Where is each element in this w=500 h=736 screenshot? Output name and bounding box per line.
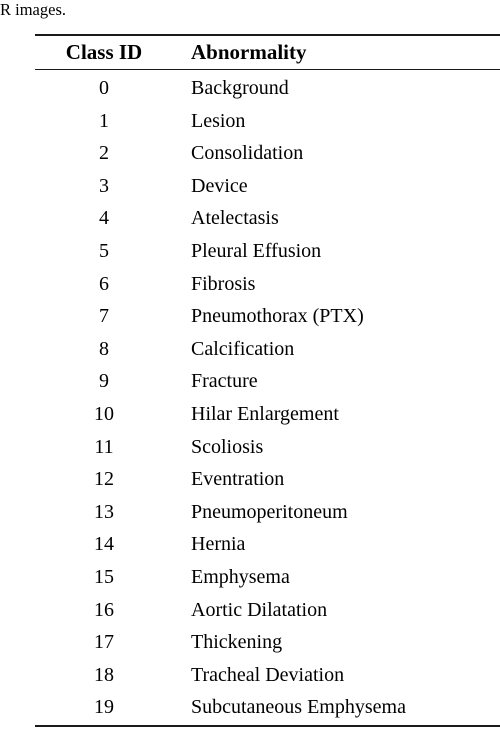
cell-class-id: 13: [94, 500, 114, 523]
cell-class-id: 2: [99, 142, 109, 165]
cell-abnormality: Background: [191, 77, 289, 99]
table-row: 12 Eventration: [35, 463, 500, 496]
table-row: 0 Background: [35, 70, 500, 105]
cell-class-id: 18: [94, 663, 114, 686]
cell-class-id: 7: [99, 305, 109, 328]
cell-abnormality: Hernia: [191, 533, 246, 556]
cell-abnormality: Subcutaneous Emphysema: [191, 696, 406, 719]
table-row: 14 Hernia: [35, 528, 500, 561]
table-row: 16 Aortic Dilatation: [35, 594, 500, 627]
cell-abnormality: Atelectasis: [191, 207, 279, 230]
cell-class-id: 12: [94, 468, 114, 491]
table-row: 5 Pleural Effusion: [35, 235, 500, 268]
table-row: 8 Calcification: [35, 333, 500, 366]
cell-class-id: 9: [99, 370, 109, 393]
table-row: 7 Pneumothorax (PTX): [35, 300, 500, 333]
table-row: 10 Hilar Enlargement: [35, 398, 500, 431]
table-row: 4 Atelectasis: [35, 202, 500, 235]
cell-class-id: 0: [99, 77, 109, 99]
table-bottom-rule: [35, 724, 500, 727]
cell-abnormality: Scoliosis: [191, 435, 264, 458]
cell-abnormality: Aortic Dilatation: [191, 598, 328, 621]
cell-abnormality: Tracheal Deviation: [191, 663, 345, 686]
abnormality-table: Class ID Abnormality: [35, 36, 500, 69]
abnormality-table-container: Class ID Abnormality 0 Background 1 Lesi…: [35, 34, 500, 727]
table-body: 0 Background 1 Lesion 2 Consolidation 3 …: [35, 70, 500, 725]
cell-class-id: 6: [99, 272, 109, 295]
table-row: 2 Consolidation: [35, 137, 500, 170]
cell-abnormality: Pneumoperitoneum: [191, 500, 348, 523]
table-header-row: Class ID Abnormality: [35, 36, 500, 69]
column-header-abnormality: Abnormality: [191, 40, 307, 64]
table-row: 18 Tracheal Deviation: [35, 659, 500, 692]
cell-class-id: 14: [94, 533, 114, 556]
cell-class-id: 16: [94, 598, 114, 621]
cell-abnormality: Emphysema: [191, 565, 290, 588]
cell-abnormality: Hilar Enlargement: [191, 402, 339, 425]
cell-class-id: 8: [99, 337, 109, 360]
table-row: 3 Device: [35, 170, 500, 203]
cell-class-id: 17: [94, 631, 114, 654]
abnormality-table-body: 0 Background 1 Lesion 2 Consolidation 3 …: [35, 70, 500, 725]
table-row: 6 Fibrosis: [35, 268, 500, 301]
cell-abnormality: Device: [191, 174, 248, 197]
table-row: 13 Pneumoperitoneum: [35, 496, 500, 529]
cell-class-id: 10: [94, 402, 114, 425]
cell-abnormality: Eventration: [191, 468, 285, 491]
table-row: 11 Scoliosis: [35, 431, 500, 464]
cell-class-id: 19: [94, 696, 114, 719]
table-row: 17 Thickening: [35, 626, 500, 659]
cell-abnormality: Pneumothorax (PTX): [191, 305, 364, 328]
cell-abnormality: Thickening: [191, 631, 283, 654]
cell-class-id: 11: [94, 435, 114, 458]
cell-class-id: 1: [99, 109, 109, 132]
column-header-class-id: Class ID: [65, 40, 143, 64]
table-header: Class ID Abnormality: [35, 36, 500, 69]
table-row: 9 Fracture: [35, 365, 500, 398]
table-row: 1 Lesion: [35, 105, 500, 138]
cell-abnormality: Calcification: [191, 337, 295, 360]
cell-class-id: 4: [99, 207, 109, 230]
cell-abnormality: Lesion: [191, 109, 246, 132]
cell-class-id: 3: [99, 174, 109, 197]
cell-abnormality: Fracture: [191, 370, 258, 393]
table-row: 15 Emphysema: [35, 561, 500, 594]
cell-class-id: 5: [99, 239, 109, 262]
cell-abnormality: Pleural Effusion: [191, 239, 322, 262]
paragraph-fragment: R images.: [0, 0, 66, 19]
table-row: 19 Subcutaneous Emphysema: [35, 691, 500, 725]
cell-abnormality: Consolidation: [191, 142, 304, 165]
cell-class-id: 15: [94, 565, 114, 588]
cell-abnormality: Fibrosis: [191, 272, 256, 295]
